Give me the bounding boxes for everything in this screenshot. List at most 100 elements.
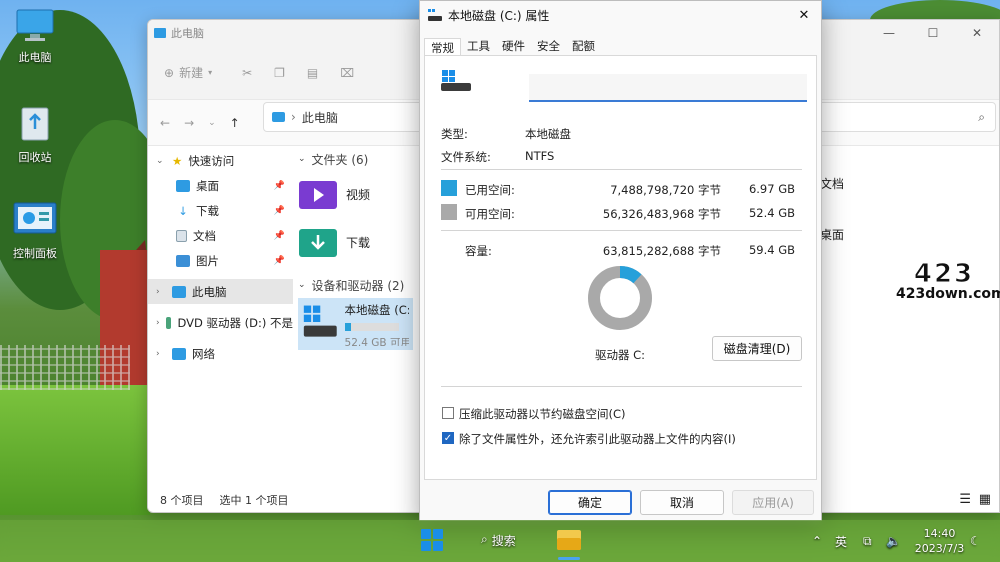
star-icon: ★ xyxy=(172,153,183,168)
chevron-down-icon[interactable]: ⌄ xyxy=(208,118,216,128)
search-icon[interactable]: ⌕ xyxy=(978,110,985,125)
taskbar-clock[interactable]: 14:40 2023/7/3 xyxy=(912,526,967,556)
section-title: 文件夹 (6) xyxy=(311,152,369,167)
windows-logo-icon xyxy=(421,529,431,539)
network-icon xyxy=(172,347,186,360)
used-space-bytes: 7,488,798,720 字节 xyxy=(610,183,721,197)
nav-item-downloads[interactable]: ↓ 下载 📌 xyxy=(148,198,293,223)
desktop-icon-control-panel[interactable]: 控制面板 xyxy=(0,202,70,261)
desktop-icon xyxy=(176,179,190,192)
watermark-logo: 423 423down.com xyxy=(894,261,1000,302)
copy-icon[interactable]: ❐ xyxy=(274,66,285,80)
nav-label: DVD 驱动器 (D:) 不是 xyxy=(177,315,293,330)
monitor-icon xyxy=(154,28,166,38)
nav-item-dvd[interactable]: › DVD 驱动器 (D:) 不是 xyxy=(148,310,293,335)
monitor-icon xyxy=(272,112,285,122)
type-value: 本地磁盘 xyxy=(525,127,571,141)
divider xyxy=(441,169,802,170)
section-header-folders[interactable]: ⌄ 文件夹 (6) xyxy=(298,148,418,170)
folder-desktop[interactable]: 桌面 xyxy=(820,226,844,243)
capacity-bytes: 63,815,282,688 字节 xyxy=(602,244,721,258)
folder-label: 文档 xyxy=(820,177,845,191)
dialog-close-button[interactable]: ✕ xyxy=(793,5,815,25)
cancel-button[interactable]: 取消 xyxy=(640,490,724,515)
drive-icon xyxy=(441,70,471,91)
desktop-icon-recycle-bin[interactable]: 回收站 xyxy=(0,104,70,165)
explorer-title: 此电脑 xyxy=(171,27,204,40)
show-hidden-icons-button[interactable]: ⌃ xyxy=(812,520,822,562)
folder-downloads[interactable]: 下载 xyxy=(298,218,418,266)
volume-icon[interactable]: 🔈 xyxy=(886,520,901,562)
window-controls: — ☐ ✕ xyxy=(867,20,999,46)
chevron-right-icon: › xyxy=(156,317,160,328)
free-space-label: 可用空间: xyxy=(465,207,515,221)
windows-logo-icon xyxy=(421,541,431,551)
back-icon[interactable]: ← xyxy=(160,116,170,130)
disk-cleanup-button[interactable]: 磁盘清理(D) xyxy=(712,336,802,361)
section-header-devices[interactable]: ⌄ 设备和驱动器 (2) xyxy=(298,274,418,296)
folder-documents[interactable]: 文档 xyxy=(820,175,844,192)
start-button[interactable] xyxy=(421,529,443,551)
desktop-icon-label: 回收站 xyxy=(18,151,52,164)
nav-quick-access[interactable]: ⌄ ★ 快速访问 xyxy=(148,148,293,173)
chevron-down-icon: ⌄ xyxy=(298,154,306,164)
drive-name-input[interactable] xyxy=(529,74,807,102)
nav-item-pictures[interactable]: 图片 📌 xyxy=(148,248,293,273)
divider xyxy=(441,230,802,231)
drive-icon xyxy=(303,305,337,337)
watermark-small: 423down.com xyxy=(894,286,1000,302)
disk-usage-donut xyxy=(588,266,652,330)
rename-icon[interactable]: ⌧ xyxy=(340,66,354,80)
pin-icon: 📌 xyxy=(273,180,285,191)
search-label: 搜索 xyxy=(491,534,516,548)
ime-indicator[interactable]: 英 xyxy=(835,520,847,562)
apply-button[interactable]: 应用(A) xyxy=(732,490,814,515)
compress-label: 压缩此驱动器以节约磁盘空间(C) xyxy=(459,407,626,421)
monitor-icon xyxy=(172,285,186,298)
paste-icon[interactable]: ▤ xyxy=(307,66,318,80)
index-checkbox[interactable]: ✓ xyxy=(442,432,454,444)
drive-usage-fill xyxy=(344,323,351,331)
close-button[interactable]: ✕ xyxy=(955,20,999,46)
notification-moon-icon[interactable]: ☾ xyxy=(970,520,981,562)
details-view-icon[interactable]: ☰ xyxy=(959,492,971,507)
ok-button[interactable]: 确定 xyxy=(548,490,632,515)
up-icon[interactable]: ↑ xyxy=(230,116,240,130)
nav-label: 图片 xyxy=(196,253,219,268)
file-explorer-taskbar-icon[interactable] xyxy=(557,530,581,550)
new-button[interactable]: ⊕ 新建 ▾ xyxy=(164,64,212,81)
pin-icon: 📌 xyxy=(273,255,285,266)
nav-item-this-pc[interactable]: › 此电脑 xyxy=(148,279,293,304)
drive-c-tile[interactable]: 本地磁盘 (C:) 52.4 GB 可用 xyxy=(298,298,413,350)
maximize-button[interactable]: ☐ xyxy=(911,20,955,46)
new-label: 新建 xyxy=(179,66,204,80)
drive-letter-label: 驱动器 C: xyxy=(595,348,646,362)
nav-label: 文档 xyxy=(193,228,216,243)
forward-icon[interactable]: → xyxy=(184,116,194,130)
taskbar-search[interactable]: ⌕ 搜索 xyxy=(481,532,516,549)
tiles-view-icon[interactable]: ▦ xyxy=(979,492,991,507)
nav-item-documents[interactable]: 文档 📌 xyxy=(148,223,293,248)
status-bar: 8 个项目 选中 1 个项目 xyxy=(160,492,289,508)
minimize-button[interactable]: — xyxy=(867,20,911,46)
nav-label: 桌面 xyxy=(196,178,219,193)
desktop-icon-this-pc[interactable]: 此电脑 xyxy=(0,8,70,65)
general-tab-panel: 类型: 本地磁盘 文件系统: NTFS 已用空间: 7,488,798,720 … xyxy=(424,55,817,480)
desktop-icon-label: 控制面板 xyxy=(13,247,57,260)
drive-free-text: 52.4 GB 可用 xyxy=(344,337,409,346)
free-space-gb: 52.4 GB xyxy=(748,206,795,220)
compress-checkbox[interactable] xyxy=(442,407,454,419)
folder-videos[interactable]: 视频 xyxy=(298,170,418,218)
nav-label: 此电脑 xyxy=(192,284,227,299)
used-space-gb: 6.97 GB xyxy=(748,182,795,196)
nav-item-network[interactable]: › 网络 xyxy=(148,341,293,366)
capacity-gb: 59.4 GB xyxy=(748,243,795,257)
filesystem-value: NTFS xyxy=(525,149,555,163)
selected-count: 选中 1 个项目 xyxy=(219,494,289,507)
document-icon xyxy=(176,229,187,242)
network-status-icon[interactable]: ⧉ xyxy=(863,520,872,562)
type-label: 类型: xyxy=(441,127,468,141)
nav-label: 下载 xyxy=(196,203,219,218)
nav-item-desktop[interactable]: 桌面 📌 xyxy=(148,173,293,198)
cut-icon[interactable]: ✂ xyxy=(242,66,252,80)
